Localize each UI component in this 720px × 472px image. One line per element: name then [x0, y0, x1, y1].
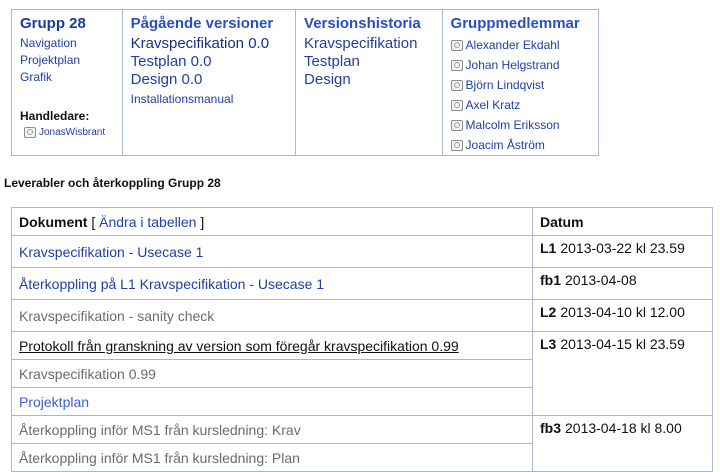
member-name: Axel Kratz — [465, 98, 521, 112]
member-name: Alexander Ekdahl — [465, 38, 560, 52]
document-link[interactable]: Protokoll från granskning av version som… — [19, 338, 459, 354]
link-testplan-current[interactable]: Testplan 0.0 — [131, 53, 287, 71]
table-row: Protokoll från granskning av version som… — [11, 331, 713, 416]
member-name: Joacim Åström — [465, 138, 545, 152]
milestone-code: L3 — [540, 336, 557, 352]
document-cell: Återkoppling inför MS1 från kursledning:… — [11, 415, 533, 444]
milestone-code: fb3 — [540, 420, 561, 436]
document-cell: Kravspecifikation 0.99 — [11, 359, 533, 388]
link-design-history[interactable]: Design — [304, 71, 434, 89]
table-row: Återkoppling inför MS1 från kursledning:… — [11, 415, 713, 472]
document-cell: Återkoppling inför MS1 från kursledning:… — [11, 443, 533, 472]
date-cell: L1 2013-03-22 kl 23.59 — [532, 235, 713, 268]
link-kravspecifikation-current[interactable]: Kravspecifikation 0.0 — [131, 35, 287, 53]
supervisor-link[interactable]: JonasWisbrant — [24, 127, 105, 138]
link-navigation[interactable]: Navigation — [20, 35, 114, 52]
due-date: 2013-04-18 kl 8.00 — [565, 420, 682, 436]
user-icon — [450, 79, 463, 91]
header-document: Dokument [ Ändra i tabellen ] — [11, 207, 533, 236]
document-cell: Återkoppling på L1 Kravspecifikation - U… — [11, 267, 533, 300]
document-cell: Kravspecifikation - Usecase 1 — [11, 235, 533, 268]
version-history-title: Versionshistoria — [304, 15, 421, 32]
table-header-row: Dokument [ Ändra i tabellen ] Datum — [11, 207, 713, 236]
document-link[interactable]: Återkoppling på L1 Kravspecifikation - U… — [19, 276, 324, 292]
document-link[interactable]: Projektplan — [19, 394, 89, 410]
document-link[interactable]: Kravspecifikation - Usecase 1 — [19, 244, 203, 260]
user-icon — [24, 127, 36, 138]
document-cell: Protokoll från granskning av version som… — [11, 331, 533, 360]
member-name: Björn Lindqvist — [465, 78, 545, 92]
document-cell: Projektplan — [11, 387, 533, 416]
link-projektplan[interactable]: Projektplan — [20, 52, 114, 69]
member-link[interactable]: Alexander Ekdahl — [450, 35, 590, 55]
date-cell: L2 2013-04-10 kl 12.00 — [532, 299, 713, 332]
member-name: Johan Helgstrand — [465, 58, 560, 72]
user-icon — [450, 59, 463, 71]
link-design-current[interactable]: Design 0.0 — [131, 71, 287, 89]
member-link[interactable]: Joacim Åström — [450, 135, 590, 155]
members-column: Gruppmedlemmar Alexander Ekdahl Johan He… — [443, 10, 598, 155]
members-title: Gruppmedlemmar — [450, 15, 580, 32]
version-history-column: Versionshistoria Kravspecifikation Testp… — [296, 10, 443, 155]
supervisor-name: JonasWisbrant — [39, 127, 106, 138]
due-date: 2013-04-10 kl 12.00 — [560, 304, 685, 320]
milestone-code: L2 — [540, 304, 557, 320]
date-cell: L3 2013-04-15 kl 23.59 — [532, 331, 713, 416]
due-date: 2013-04-08 — [565, 272, 637, 288]
current-versions-title: Pågående versioner — [130, 15, 274, 32]
current-versions-column: Pågående versioner Kravspecifikation 0.0… — [123, 10, 297, 155]
group-column: Grupp 28 Navigation Projektplan Grafik H… — [12, 10, 123, 155]
user-icon — [450, 139, 463, 151]
milestone-code: fb1 — [540, 272, 561, 288]
due-date: 2013-04-15 kl 23.59 — [560, 336, 685, 352]
bracket-close: ] — [200, 213, 205, 230]
bracket-open: [ — [91, 213, 96, 230]
section-title: Leverabler och återkoppling Grupp 28 — [4, 176, 221, 190]
due-date: 2013-03-22 kl 23.59 — [560, 240, 685, 256]
link-grafik[interactable]: Grafik — [20, 69, 114, 86]
deliverables-table: Dokument [ Ändra i tabellen ] Datum Krav… — [11, 207, 713, 472]
milestone-code: L1 — [540, 240, 557, 256]
member-link[interactable]: Björn Lindqvist — [450, 75, 590, 95]
member-name: Malcolm Eriksson — [465, 118, 560, 132]
document-cell: Kravspecifikation - sanity check — [11, 299, 533, 332]
header-date: Datum — [532, 207, 713, 236]
group-title: Grupp 28 — [20, 15, 86, 32]
user-icon — [450, 119, 463, 131]
supervisor-label: Handledare: — [20, 109, 90, 123]
date-cell: fb1 2013-04-08 — [532, 267, 713, 300]
member-link[interactable]: Johan Helgstrand — [450, 55, 590, 75]
table-row: Kravspecifikation - sanity check L2 2013-… — [11, 299, 713, 332]
link-kravspecifikation-history[interactable]: Kravspecifikation — [304, 35, 434, 53]
date-cell: fb3 2013-04-18 kl 8.00 — [532, 415, 713, 472]
document-text: Återkoppling inför MS1 från kursledning:… — [19, 421, 301, 438]
edit-table-link[interactable]: Ändra i tabellen — [99, 214, 196, 230]
member-link[interactable]: Malcolm Eriksson — [450, 115, 590, 135]
link-installationsmanual[interactable]: Installationsmanual — [131, 91, 287, 108]
header-document-label: Dokument — [19, 213, 88, 230]
navigation-box: Grupp 28 Navigation Projektplan Grafik H… — [11, 9, 599, 156]
user-icon — [450, 39, 463, 51]
table-row: Kravspecifikation - Usecase 1 L1 2013-03-… — [11, 235, 713, 268]
user-icon — [450, 99, 463, 111]
link-testplan-history[interactable]: Testplan — [304, 53, 434, 71]
member-link[interactable]: Axel Kratz — [450, 95, 590, 115]
document-text: Kravspecifikation - sanity check — [19, 307, 215, 324]
table-row: Återkoppling på L1 Kravspecifikation - U… — [11, 267, 713, 300]
document-text: Återkoppling inför MS1 från kursledning:… — [19, 449, 300, 466]
document-text: Kravspecifikation 0.99 — [19, 365, 156, 382]
